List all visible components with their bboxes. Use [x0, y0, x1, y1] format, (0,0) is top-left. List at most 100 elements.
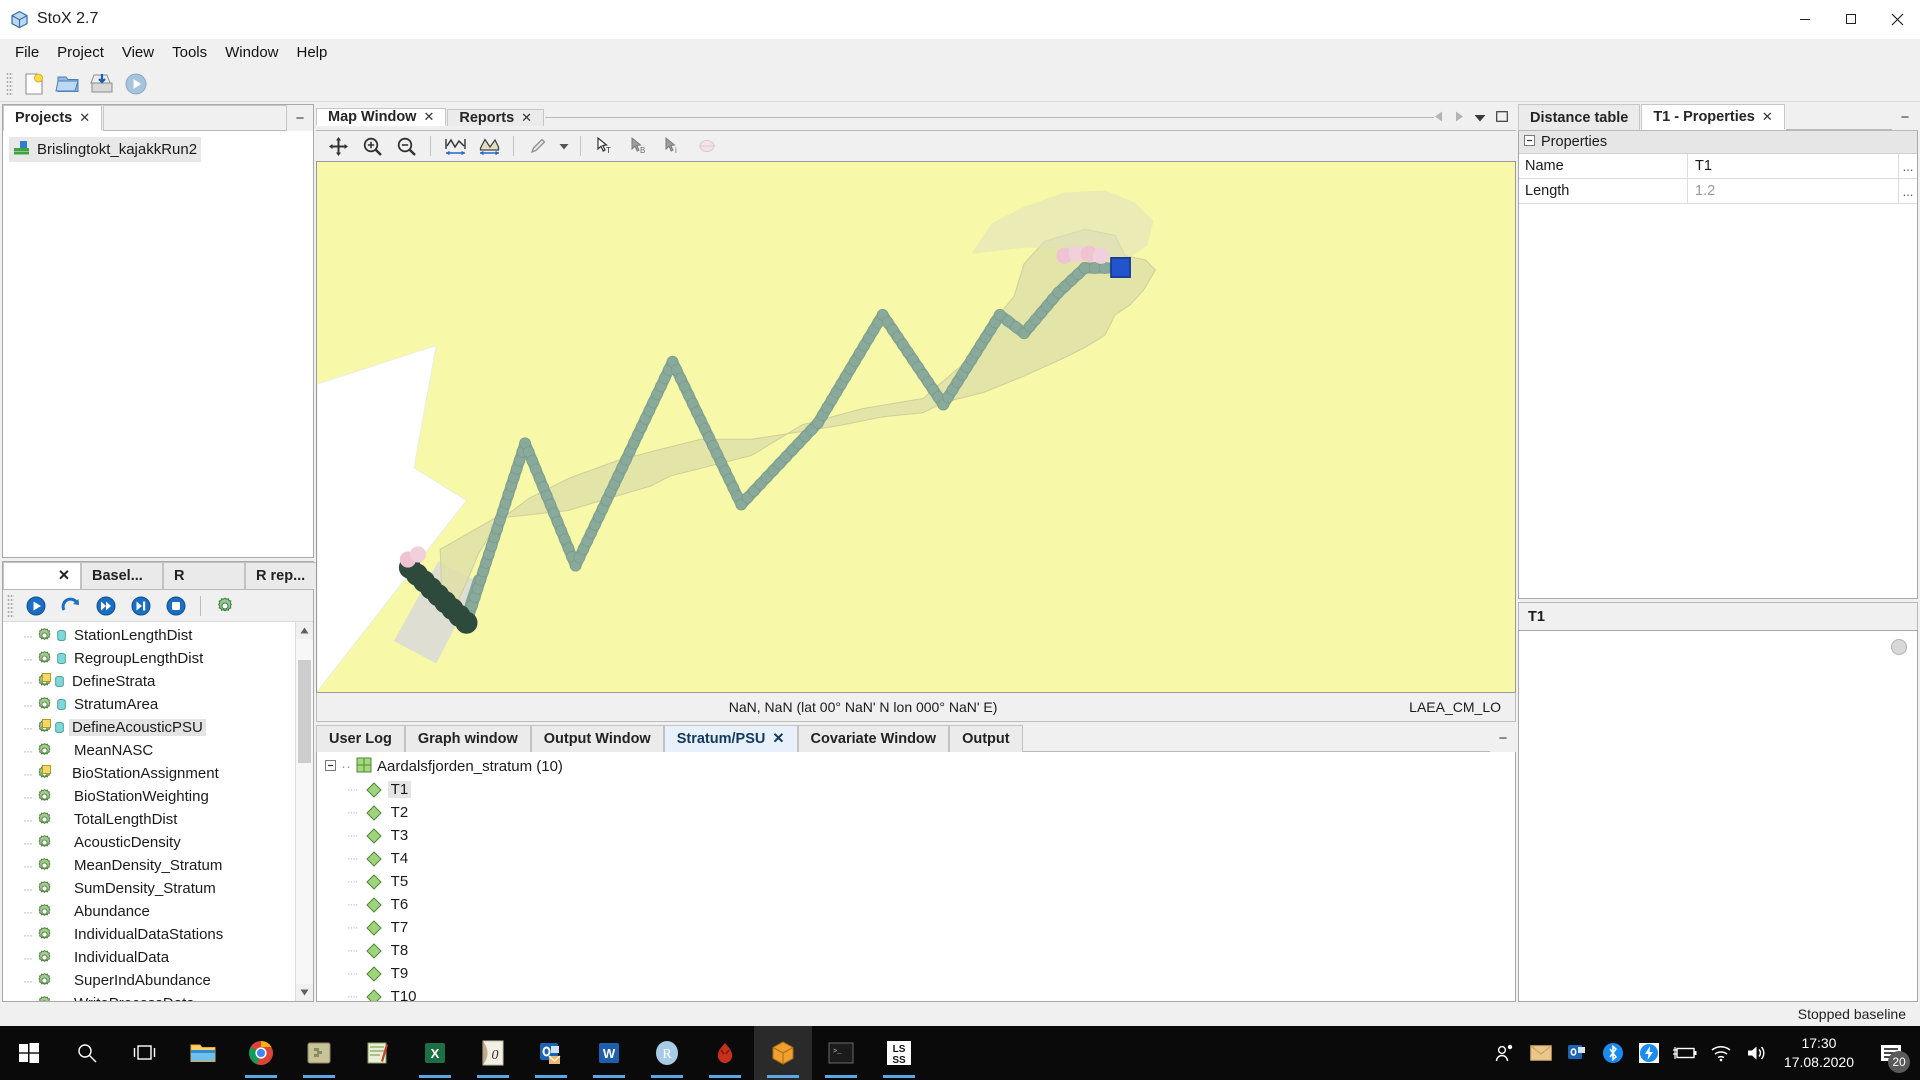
- map-canvas[interactable]: [316, 161, 1516, 693]
- process-node[interactable]: ··· IndividualData: [3, 946, 295, 969]
- select-b-icon[interactable]: B: [623, 131, 655, 161]
- excel-icon[interactable]: X: [406, 1026, 464, 1080]
- tab-reports[interactable]: Reports ✕: [447, 108, 545, 126]
- projects-minimize-button[interactable]: −: [287, 105, 313, 131]
- close-icon[interactable]: ✕: [58, 568, 70, 584]
- psu-node[interactable]: ···· T3: [317, 824, 1515, 847]
- onenote-icon[interactable]: 0: [464, 1026, 522, 1080]
- tab-user-log[interactable]: User Log: [316, 725, 405, 752]
- outlook-tray-icon[interactable]: [1560, 1026, 1594, 1080]
- stox-icon[interactable]: [754, 1026, 812, 1080]
- tab-map-window[interactable]: Map Window ✕: [316, 108, 447, 126]
- step-icon[interactable]: [125, 591, 157, 621]
- task-view-icon[interactable]: [116, 1026, 174, 1080]
- psu-node[interactable]: ···· T9: [317, 962, 1515, 985]
- process-node[interactable]: ··· SuperIndAbundance: [3, 969, 295, 992]
- select-transect-icon[interactable]: T: [589, 131, 621, 161]
- terminal-icon[interactable]: >_: [812, 1026, 870, 1080]
- process-node[interactable]: ··· DefineAcousticPSU: [3, 716, 295, 739]
- tab-r-report[interactable]: R rep...: [245, 562, 327, 589]
- property-edit-button[interactable]: ...: [1898, 154, 1917, 178]
- property-row-name[interactable]: Name T1 ...: [1519, 154, 1917, 179]
- save-project-icon[interactable]: [86, 69, 118, 99]
- close-icon[interactable]: ✕: [521, 110, 532, 126]
- git-icon[interactable]: [696, 1026, 754, 1080]
- run-icon[interactable]: [120, 69, 152, 99]
- tab-baseline[interactable]: Basel...: [81, 562, 163, 589]
- menu-help[interactable]: Help: [288, 41, 337, 64]
- outlook-icon[interactable]: [522, 1026, 580, 1080]
- baseline-toolbar-grip[interactable]: [7, 593, 14, 618]
- property-edit-button[interactable]: ...: [1898, 179, 1917, 203]
- search-icon[interactable]: [58, 1026, 116, 1080]
- select-i-icon[interactable]: i: [657, 131, 689, 161]
- zoom-out-tool-icon[interactable]: [390, 131, 422, 161]
- close-icon[interactable]: ✕: [423, 109, 434, 125]
- tab-t1-properties[interactable]: T1 - Properties ✕: [1641, 104, 1785, 130]
- process-node[interactable]: ··· TotalLengthDist: [3, 808, 295, 831]
- run-to-icon[interactable]: [90, 591, 122, 621]
- tab-output-window[interactable]: Output Window: [530, 725, 664, 752]
- property-value[interactable]: T1: [1688, 154, 1898, 178]
- maximize-panel-icon[interactable]: [1496, 109, 1508, 126]
- next-tab-icon[interactable]: [1454, 109, 1464, 126]
- stop-icon[interactable]: [160, 591, 192, 621]
- rstudio-icon[interactable]: R: [638, 1026, 696, 1080]
- scroll-up-icon[interactable]: [296, 622, 313, 639]
- close-icon[interactable]: ✕: [1762, 109, 1773, 125]
- psu-node[interactable]: ···· T10: [317, 985, 1515, 1001]
- tab-projects[interactable]: Projects ✕: [3, 105, 103, 131]
- file-explorer-icon[interactable]: [174, 1026, 232, 1080]
- circle-tool-icon[interactable]: [691, 131, 723, 161]
- psu-node[interactable]: ···· T5: [317, 870, 1515, 893]
- menu-view[interactable]: View: [113, 41, 163, 64]
- scrollbar-track[interactable]: [296, 639, 313, 984]
- run-baseline-icon[interactable]: [20, 591, 52, 621]
- psu-node[interactable]: ···· T2: [317, 801, 1515, 824]
- properties-minimize-button[interactable]: −: [1892, 104, 1918, 130]
- process-node[interactable]: ··· StationLengthDist: [3, 624, 295, 647]
- people-icon[interactable]: [1488, 1026, 1522, 1080]
- menu-file[interactable]: File: [6, 41, 48, 64]
- tab-r[interactable]: R: [163, 562, 245, 589]
- minimize-button[interactable]: [1782, 0, 1828, 38]
- zoom-extent-icon[interactable]: [439, 131, 471, 161]
- menu-tools[interactable]: Tools: [163, 41, 216, 64]
- property-value[interactable]: 1.2: [1688, 179, 1898, 203]
- mail-icon[interactable]: [1524, 1026, 1558, 1080]
- stratum-root-node[interactable]: ·· Aardalsfjorden_stratum (10): [317, 755, 1515, 778]
- process-node[interactable]: ··· WriteProcessData: [3, 992, 295, 1001]
- psu-node[interactable]: ···· T4: [317, 847, 1515, 870]
- tab-stratum-psu[interactable]: Stratum/PSU ✕: [663, 725, 798, 752]
- process-node[interactable]: ··· BioStationAssignment: [3, 762, 295, 785]
- process-node[interactable]: ··· BioStationWeighting: [3, 785, 295, 808]
- process-node[interactable]: ··· SumDensity_Stratum: [3, 877, 295, 900]
- psu-node[interactable]: ···· T1: [317, 778, 1515, 801]
- process-node[interactable]: ··· IndividualDataStations: [3, 923, 295, 946]
- settings-gear-icon[interactable]: [209, 591, 241, 621]
- tab-baseline-close[interactable]: ✕: [3, 562, 81, 589]
- process-node[interactable]: ··· RegroupLengthDist: [3, 647, 295, 670]
- process-node[interactable]: ··· DefineStrata: [3, 670, 295, 693]
- wifi-icon[interactable]: [1704, 1026, 1738, 1080]
- process-list-scrollbar[interactable]: [295, 622, 313, 1001]
- process-node[interactable]: ··· MeanDensity_Stratum: [3, 854, 295, 877]
- archive-icon[interactable]: [290, 1026, 348, 1080]
- scroll-down-icon[interactable]: [296, 984, 313, 1001]
- new-project-icon[interactable]: [18, 69, 50, 99]
- pan-tool-icon[interactable]: [322, 131, 354, 161]
- maximize-button[interactable]: [1828, 0, 1874, 38]
- menu-window[interactable]: Window: [216, 41, 287, 64]
- bottom-minimize-button[interactable]: −: [1490, 725, 1516, 752]
- help-dot-icon[interactable]: [1891, 639, 1907, 655]
- tab-output[interactable]: Output: [949, 725, 1023, 752]
- taskbar-clock[interactable]: 17:30 17.08.2020: [1776, 1034, 1866, 1072]
- toolbar-grip[interactable]: [6, 71, 13, 96]
- zoom-layer-icon[interactable]: [473, 131, 505, 161]
- open-project-icon[interactable]: [52, 69, 84, 99]
- close-button[interactable]: [1874, 0, 1920, 38]
- psu-node[interactable]: ···· T8: [317, 939, 1515, 962]
- lsss-icon[interactable]: LS SS: [870, 1026, 928, 1080]
- tab-graph-window[interactable]: Graph window: [404, 725, 531, 752]
- close-icon[interactable]: ✕: [79, 110, 90, 126]
